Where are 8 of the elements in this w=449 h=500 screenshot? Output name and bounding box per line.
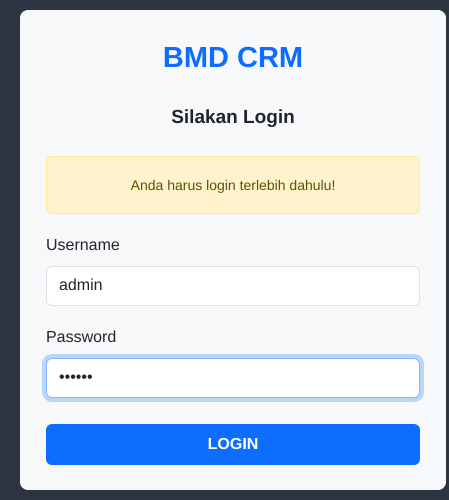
input-field[interactable]: admin <box>46 266 420 306</box>
input-field[interactable]: •••••• <box>46 358 420 398</box>
warning-alert: Anda harus login terlebih dahulu! <box>46 156 420 214</box>
field-label: Password <box>46 328 118 348</box>
app-title: BMD CRM <box>162 41 304 76</box>
login-heading: Silakan Login <box>170 106 296 130</box>
field-label: Username <box>46 236 121 256</box>
login-button[interactable]: LOGIN <box>46 424 420 465</box>
